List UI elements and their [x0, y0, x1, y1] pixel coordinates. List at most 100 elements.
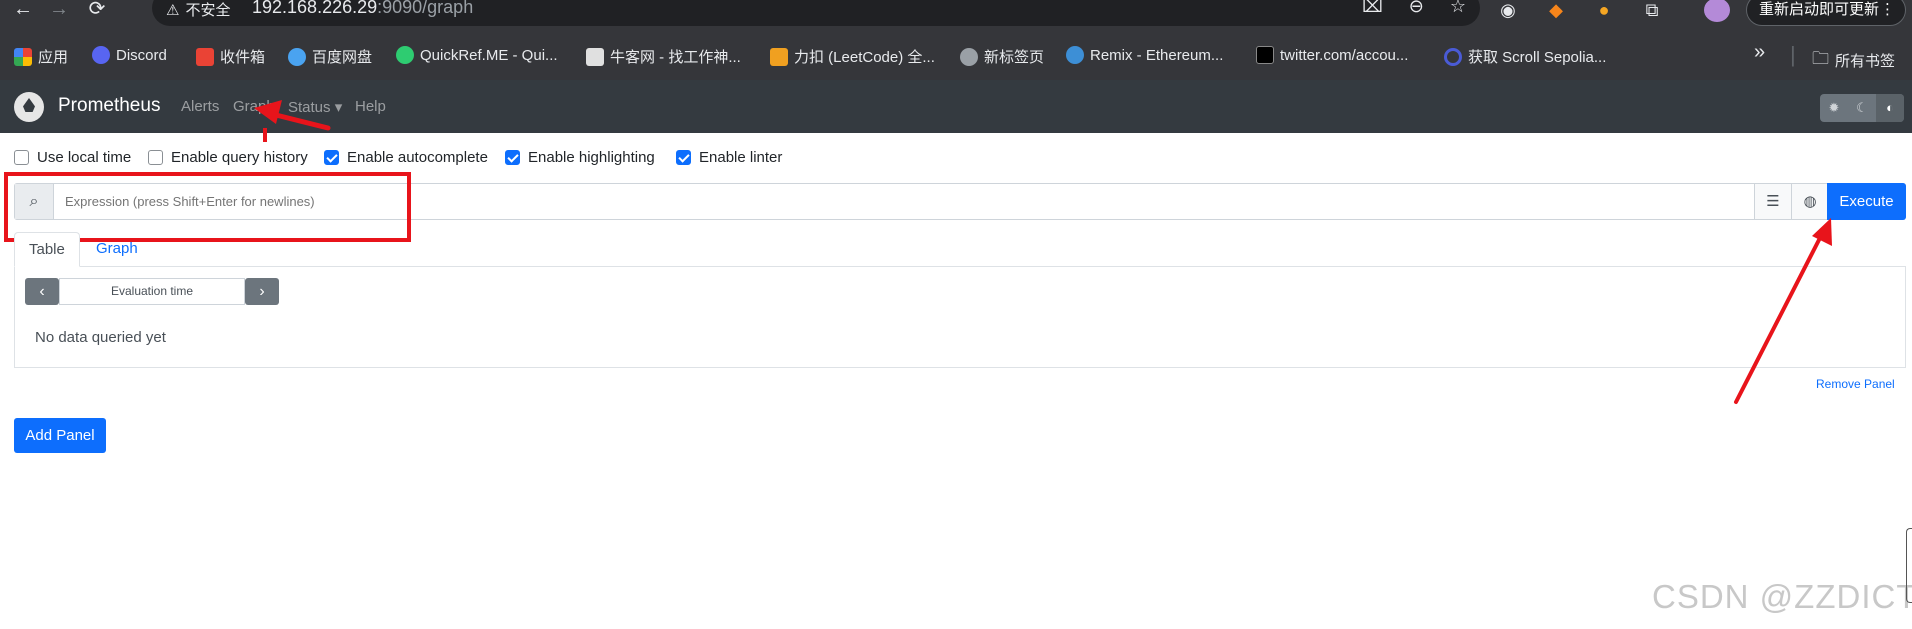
bookmarks-divider: | — [1790, 42, 1796, 67]
execute-button[interactable]: Execute — [1827, 183, 1906, 220]
zoom-icon[interactable]: ⊖ — [1409, 0, 1424, 17]
prometheus-logo-icon[interactable] — [14, 92, 44, 122]
folder-icon: 🗀 — [1812, 49, 1829, 68]
remove-panel-link[interactable]: Remove Panel — [1816, 377, 1895, 391]
brand-name[interactable]: Prometheus — [58, 95, 160, 117]
nav-alerts[interactable]: Alerts — [181, 98, 219, 115]
more-bookmarks-icon[interactable]: » — [1754, 41, 1765, 64]
bookmark-label: 力扣 (LeetCode) 全... — [794, 49, 935, 66]
bookmark-item[interactable]: QuickRef.ME - Qui... — [396, 46, 558, 64]
browser-toolbar: ← → ⟳ ⚠ 不安全 192.168.226.29:9090/graph ⌧ … — [0, 0, 1912, 30]
bookmark-item[interactable]: 牛客网 - 找工作神... — [586, 46, 741, 67]
update-label: 重新启动即可更新 — [1759, 1, 1880, 18]
option-autocomplete[interactable]: Enable autocomplete — [324, 149, 488, 166]
prometheus-navbar: Prometheus Alerts Graph Status ▾ Help ✹ … — [0, 80, 1912, 133]
bookmark-label: twitter.com/accou... — [1280, 46, 1409, 64]
url-path: :9090/graph — [377, 0, 474, 17]
checkbox[interactable] — [14, 150, 29, 165]
checkbox[interactable] — [148, 150, 163, 165]
option-label: Use local time — [37, 149, 132, 166]
bookmark-item[interactable]: Remix - Ethereum... — [1066, 46, 1223, 64]
bookmark-item[interactable]: 百度网盘 — [288, 46, 372, 67]
scrollbar-edge[interactable] — [1906, 528, 1912, 603]
option-query-history[interactable]: Enable query history — [148, 149, 308, 166]
extensions-bar: ◉ ◆ ● ⧉ — [1495, 0, 1665, 22]
add-panel-button[interactable]: Add Panel — [14, 418, 106, 453]
update-button[interactable]: 重新启动即可更新 ⋮ — [1746, 0, 1906, 26]
checkbox[interactable] — [505, 150, 520, 165]
bookmark-label: Remix - Ethereum... — [1090, 46, 1224, 64]
metrics-explorer-icon[interactable]: ◍ — [1791, 184, 1828, 219]
option-label: Enable highlighting — [528, 149, 655, 166]
bookmark-item[interactable]: 获取 Scroll Sepolia... — [1444, 46, 1606, 67]
extensions-puzzle-icon[interactable]: ⧉ — [1639, 0, 1665, 22]
bookmark-label: 牛客网 - 找工作神... — [610, 49, 741, 66]
remix-icon — [1066, 46, 1084, 64]
bookmark-label: 新标签页 — [984, 49, 1045, 66]
option-highlighting[interactable]: Enable highlighting — [505, 149, 655, 166]
option-label: Enable query history — [171, 149, 308, 166]
extension-fox-icon[interactable]: ◆ — [1543, 0, 1569, 22]
back-arrow-icon[interactable]: ← — [8, 0, 38, 22]
option-use-local-time[interactable]: Use local time — [14, 149, 131, 166]
reload-icon[interactable]: ⟳ — [82, 0, 112, 22]
format-expression-icon[interactable]: ☰ — [1754, 184, 1791, 219]
auto-theme-icon[interactable]: ◐ — [1876, 94, 1904, 122]
leetcode-icon — [770, 47, 788, 66]
checkbox[interactable] — [676, 150, 691, 165]
evaluation-time-control: ‹ Evaluation time › — [25, 278, 279, 305]
prev-time-chevron-icon[interactable]: ‹ — [25, 278, 59, 305]
bookmark-item[interactable]: 应用 — [14, 46, 68, 67]
option-label: Enable linter — [699, 149, 783, 166]
panel-content: ‹ Evaluation time › No data queried yet — [14, 266, 1906, 368]
nowcoder-icon — [586, 47, 604, 66]
security-indicator[interactable]: ⚠ 不安全 — [166, 0, 230, 20]
apps-grid-icon — [14, 47, 32, 66]
extension-owl-icon[interactable]: ◉ — [1495, 0, 1521, 22]
bookmark-item[interactable]: Discord — [92, 46, 167, 64]
kebab-menu-icon[interactable]: ⋮ — [1880, 0, 1895, 25]
bookmark-item[interactable]: 新标签页 — [960, 46, 1044, 67]
bookmark-label: Discord — [116, 46, 167, 64]
forward-arrow-icon[interactable]: → — [44, 0, 74, 22]
bookmark-item[interactable]: 力扣 (LeetCode) 全... — [770, 46, 935, 67]
next-time-chevron-icon[interactable]: › — [245, 278, 279, 305]
address-bar[interactable]: ⚠ 不安全 192.168.226.29:9090/graph ⌧ ⊖ ☆ — [152, 0, 1480, 26]
globe-icon — [960, 47, 978, 66]
tab-table[interactable]: Table — [14, 232, 80, 267]
bookmark-label: 收件箱 — [220, 49, 266, 66]
bookmark-label: 获取 Scroll Sepolia... — [1468, 49, 1607, 66]
light-theme-icon[interactable]: ✹ — [1820, 94, 1848, 122]
url-text[interactable]: 192.168.226.29:9090/graph — [252, 0, 473, 18]
evaluation-time-input[interactable]: Evaluation time — [59, 278, 245, 305]
nav-help[interactable]: Help — [355, 98, 386, 115]
bookmark-item[interactable]: twitter.com/accou... — [1256, 46, 1408, 64]
gmail-icon — [196, 47, 214, 66]
bookmarks-bar: 应用 Discord 收件箱 百度网盘 QuickRef.ME - Qui...… — [0, 30, 1912, 80]
all-bookmarks-button[interactable]: 🗀 所有书签 — [1812, 46, 1895, 75]
profile-avatar[interactable] — [1704, 0, 1730, 22]
warning-icon: ⚠ — [166, 1, 180, 19]
nav-status[interactable]: Status ▾ — [288, 98, 342, 116]
dark-theme-icon[interactable]: ☾ — [1848, 94, 1876, 122]
checkbox[interactable] — [324, 150, 339, 165]
empty-message: No data queried yet — [35, 329, 166, 346]
bookmark-star-icon[interactable]: ☆ — [1450, 0, 1466, 17]
baidu-pan-icon — [288, 47, 306, 66]
scroll-icon — [1444, 47, 1462, 66]
screenshot-root: ← → ⟳ ⚠ 不安全 192.168.226.29:9090/graph ⌧ … — [0, 0, 1912, 629]
discord-icon — [92, 46, 110, 64]
extension-helmet-icon[interactable]: ● — [1591, 0, 1617, 22]
quickref-icon — [396, 46, 414, 64]
omnibox-actions: ⌧ ⊖ ☆ — [1362, 0, 1466, 17]
url-host: 192.168.226.29 — [252, 0, 378, 17]
bookmark-item[interactable]: 收件箱 — [196, 46, 265, 67]
all-bookmarks-label: 所有书签 — [1835, 53, 1896, 70]
bookmark-label: QuickRef.ME - Qui... — [420, 46, 558, 64]
watermark: CSDN @ZZDICT — [1652, 578, 1912, 615]
option-linter[interactable]: Enable linter — [676, 149, 782, 166]
theme-switcher: ✹ ☾ ◐ — [1820, 94, 1904, 122]
x-twitter-icon — [1256, 46, 1274, 64]
translate-icon[interactable]: ⌧ — [1362, 0, 1383, 17]
nav-graph[interactable]: Graph — [233, 98, 275, 115]
